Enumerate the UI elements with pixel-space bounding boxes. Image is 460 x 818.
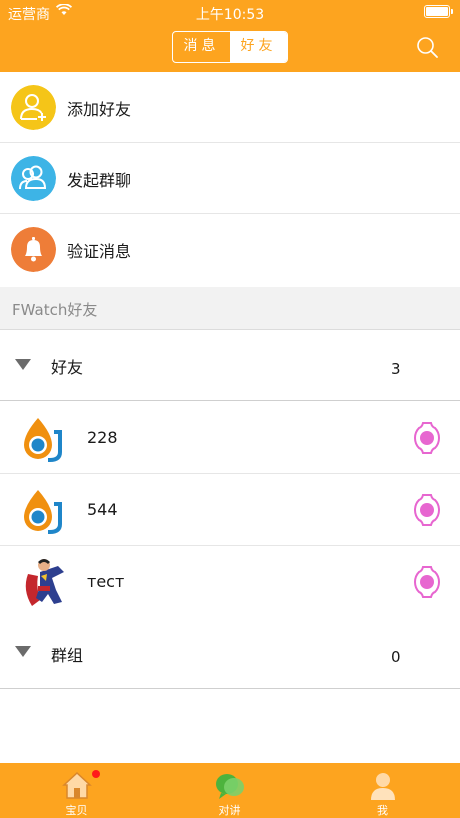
bell-icon bbox=[11, 227, 56, 272]
menu-item-group-chat[interactable]: 发起群聊 bbox=[0, 143, 460, 214]
group-count-friends: 3 bbox=[391, 360, 401, 378]
tab-baby[interactable]: 宝贝 bbox=[0, 763, 153, 818]
friend-row[interactable]: тест bbox=[0, 546, 460, 618]
group-chat-icon bbox=[11, 156, 56, 201]
superman-avatar bbox=[25, 559, 64, 606]
section-header-fwatch-friends: FWatch好友 bbox=[0, 287, 460, 330]
search-icon[interactable] bbox=[416, 36, 438, 58]
profile-icon bbox=[371, 773, 395, 800]
status-bar: 运营商 上午10:53 bbox=[0, 0, 460, 26]
tab-messages[interactable]: 消息 bbox=[173, 32, 230, 62]
status-time: 上午10:53 bbox=[195, 7, 265, 23]
header-bar: 运营商 上午10:53 消息 好友 bbox=[0, 0, 460, 72]
group-header-friends[interactable]: 好友 3 bbox=[0, 330, 460, 401]
tab-label-me: 我 bbox=[377, 804, 388, 817]
segmented-control: 消息 好友 bbox=[172, 31, 288, 63]
tab-friends[interactable]: 好友 bbox=[230, 32, 287, 62]
section-title: FWatch好友 bbox=[12, 301, 98, 319]
device-icon[interactable] bbox=[412, 492, 442, 528]
watch-logo-icon bbox=[24, 490, 62, 534]
tab-intercom[interactable]: 对讲 bbox=[153, 763, 306, 818]
battery-icon bbox=[424, 5, 453, 18]
group-header-groups[interactable]: 群组 0 bbox=[0, 618, 460, 689]
home-icon bbox=[62, 771, 92, 799]
menu-item-add-friend[interactable]: 添加好友 bbox=[0, 72, 460, 143]
friend-row[interactable]: 228 bbox=[0, 402, 460, 474]
triangle-down-icon bbox=[15, 646, 31, 657]
notification-badge bbox=[92, 770, 100, 778]
group-label-groups: 群组 bbox=[51, 646, 84, 665]
tab-me[interactable]: 我 bbox=[306, 763, 459, 818]
add-user-icon bbox=[11, 85, 56, 130]
friend-name: 228 bbox=[87, 428, 118, 447]
device-icon[interactable] bbox=[412, 420, 442, 456]
friend-name: тест bbox=[87, 572, 125, 591]
device-icon[interactable] bbox=[412, 564, 442, 600]
tab-label-intercom: 对讲 bbox=[218, 804, 241, 817]
triangle-down-icon bbox=[15, 359, 31, 370]
group-count-groups: 0 bbox=[391, 648, 401, 666]
watch-logo-icon bbox=[24, 418, 62, 462]
tab-bar: 宝贝 对讲 我 bbox=[0, 763, 460, 818]
menu-label-verification: 验证消息 bbox=[67, 242, 132, 261]
menu-item-verification[interactable]: 验证消息 bbox=[0, 214, 460, 285]
friend-name: 544 bbox=[87, 500, 118, 519]
tab-label-baby: 宝贝 bbox=[65, 804, 88, 817]
group-label-friends: 好友 bbox=[51, 358, 84, 377]
menu-label-add-friend: 添加好友 bbox=[67, 100, 132, 119]
menu-label-group-chat: 发起群聊 bbox=[67, 171, 132, 190]
friend-row[interactable]: 544 bbox=[0, 474, 460, 546]
chat-bubbles-icon bbox=[216, 774, 244, 799]
